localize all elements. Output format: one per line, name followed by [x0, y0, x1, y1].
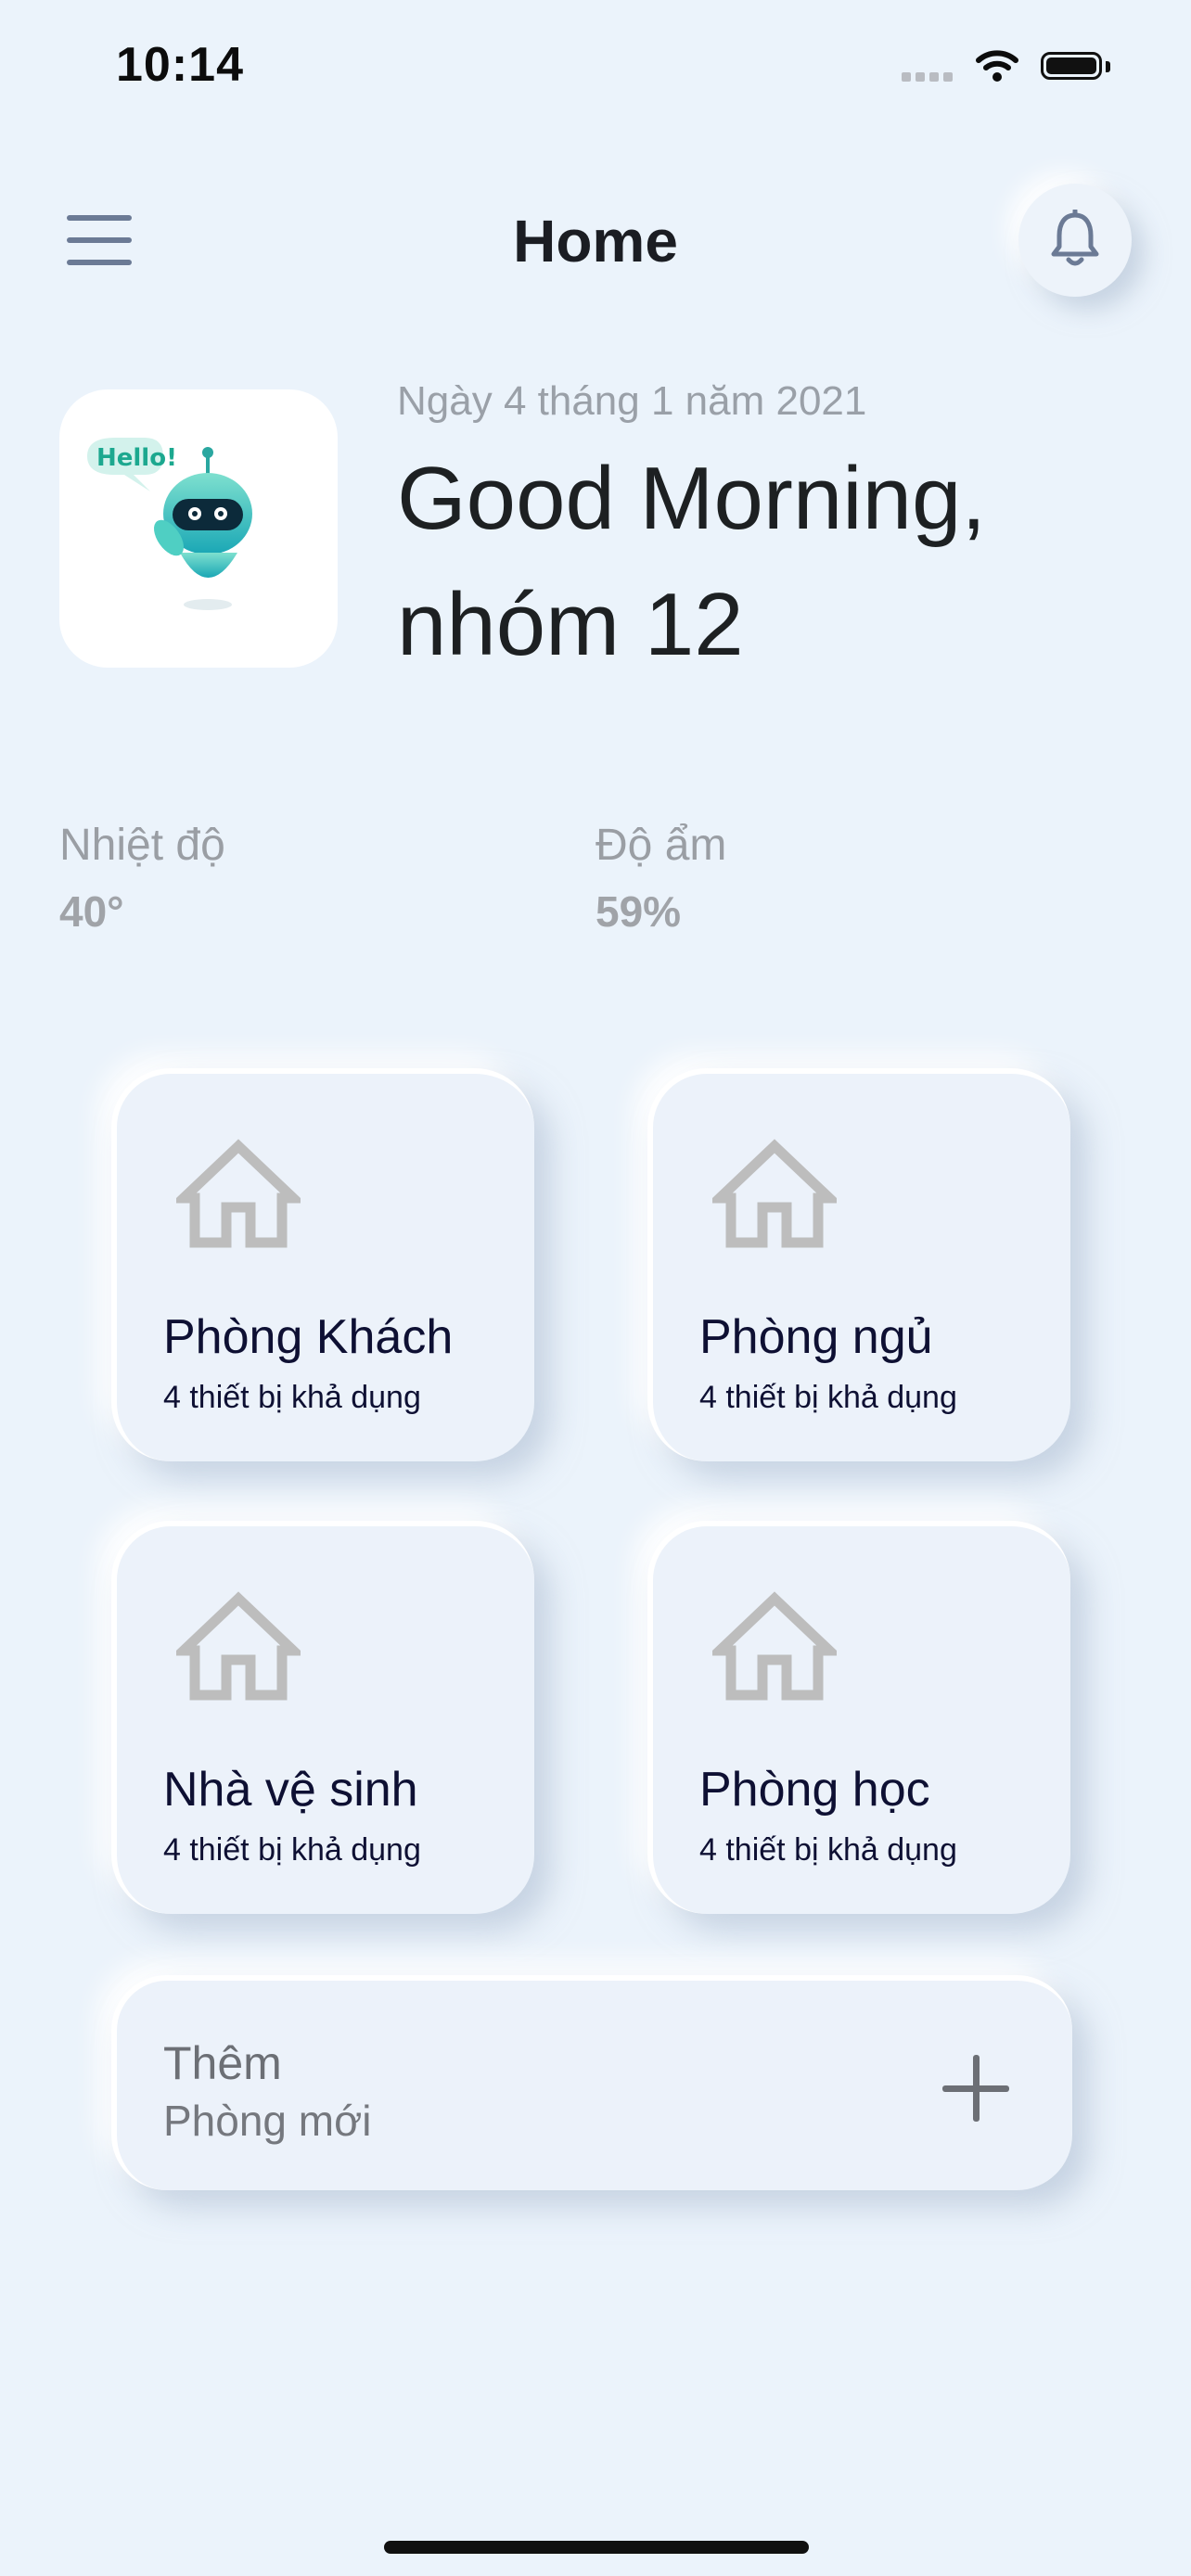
battery-icon — [1041, 52, 1111, 83]
wifi-icon — [976, 48, 1018, 83]
room-device-count: 4 thiết bị khả dụng — [699, 1380, 957, 1415]
house-icon — [176, 1591, 301, 1701]
room-device-count: 4 thiết bị khả dụng — [163, 1380, 421, 1415]
house-icon — [712, 1139, 837, 1248]
humidity-value: 59% — [596, 887, 682, 936]
humidity-label: Độ ẩm — [596, 821, 727, 870]
room-name: Phòng học — [699, 1763, 930, 1817]
status-time: 10:14 — [116, 38, 244, 92]
room-device-count: 4 thiết bị khả dụng — [699, 1832, 957, 1868]
house-icon — [176, 1139, 301, 1248]
home-indicator[interactable] — [384, 2541, 809, 2554]
robot-avatar: Hello! — [59, 389, 338, 668]
greeting-line-1: Good Morning, — [397, 449, 987, 548]
room-card-bathroom[interactable]: Nhà vệ sinh 4 thiết bị khả dụng — [111, 1521, 534, 1914]
plus-icon — [942, 2055, 1009, 2122]
bell-icon — [1051, 210, 1099, 266]
signal-icon — [902, 70, 957, 83]
room-card-living-room[interactable]: Phòng Khách 4 thiết bị khả dụng — [111, 1068, 534, 1461]
room-card-bedroom[interactable]: Phòng ngủ 4 thiết bị khả dụng — [647, 1068, 1070, 1461]
room-device-count: 4 thiết bị khả dụng — [163, 1832, 421, 1868]
add-room-title: Thêm — [163, 2037, 282, 2089]
page-title: Home — [513, 208, 678, 274]
notification-button[interactable] — [1018, 184, 1132, 297]
temperature-value: 40° — [59, 887, 124, 936]
greeting-line-2: nhóm 12 — [397, 575, 744, 674]
room-card-study-room[interactable]: Phòng học 4 thiết bị khả dụng — [647, 1521, 1070, 1914]
house-icon — [712, 1591, 837, 1701]
add-room-subtitle: Phòng mới — [163, 2097, 372, 2145]
add-room-button[interactable]: Thêm Phòng mới — [111, 1975, 1072, 2190]
current-date: Ngày 4 tháng 1 năm 2021 — [397, 378, 867, 424]
temperature-label: Nhiệt độ — [59, 821, 225, 870]
room-name: Nhà vệ sinh — [163, 1763, 418, 1817]
room-name: Phòng Khách — [163, 1310, 454, 1364]
room-name: Phòng ngủ — [699, 1310, 933, 1364]
hello-bubble-text: Hello! — [96, 444, 177, 472]
greeting-text: Good Morning, nhóm 12 — [397, 436, 1158, 688]
